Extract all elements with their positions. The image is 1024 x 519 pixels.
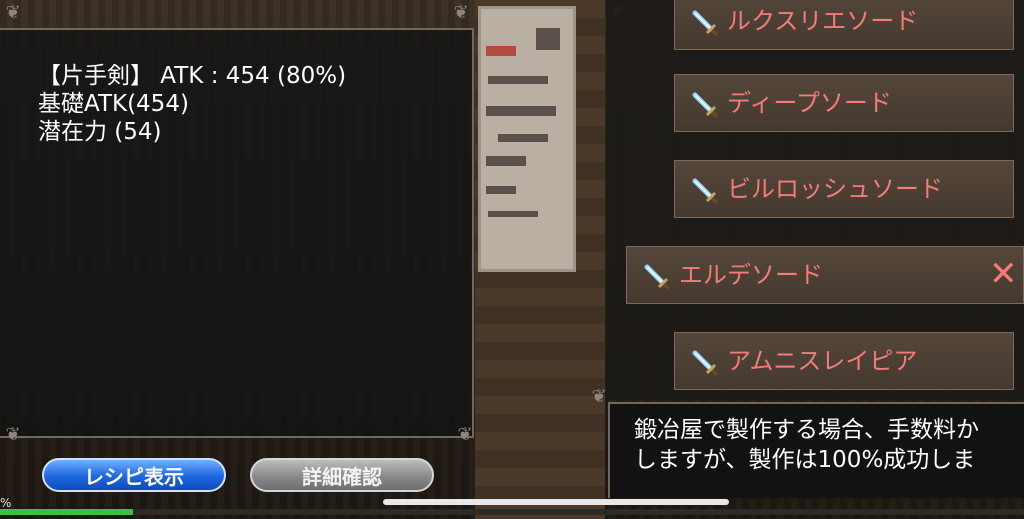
close-icon[interactable]: ✕ xyxy=(989,257,1018,291)
sword-list-item[interactable]: ディープソード xyxy=(674,74,1014,132)
sword-list-item-selected[interactable]: エルデソード ✕ xyxy=(626,246,1024,304)
show-recipe-button[interactable]: レシピ表示 xyxy=(42,458,226,492)
info-base-atk-line: 基礎ATK(454) xyxy=(38,91,189,117)
sword-icon xyxy=(692,350,719,377)
sword-list-item[interactable]: ルクスリエソード xyxy=(674,0,1014,50)
detail-check-button[interactable]: 詳細確認 xyxy=(250,458,434,492)
corner-ornament-icon: ❦ xyxy=(5,2,21,23)
home-indicator[interactable] xyxy=(383,499,729,505)
progress-fill xyxy=(0,509,134,515)
description-line: しますが、製作は100%成功しま xyxy=(634,447,976,473)
sword-list-item[interactable]: ビルロッシュソード xyxy=(674,160,1014,218)
corner-ornament-icon: ❦ xyxy=(5,424,21,445)
sword-list-item[interactable]: アムニスレイピア xyxy=(674,332,1014,390)
notice-paper xyxy=(478,6,576,272)
item-info-text: 【片手剣】 ATK : 454 (80%) 基礎ATK(454) 潜在力 (54… xyxy=(38,62,346,146)
sword-label: アムニスレイピア xyxy=(727,347,918,375)
sword-icon xyxy=(692,92,719,119)
sword-icon xyxy=(692,10,719,37)
corner-ornament-icon: ❦ xyxy=(453,2,469,23)
info-potential-line: 潜在力 (54) xyxy=(38,119,162,145)
progress-bar xyxy=(0,509,1024,515)
sword-label: ビルロッシュソード xyxy=(727,175,943,203)
sword-icon xyxy=(644,264,671,291)
sword-icon xyxy=(692,178,719,205)
description-line: 鍛冶屋で製作する場合、手数料か xyxy=(634,417,979,443)
info-atk-line: 【片手剣】 ATK : 454 (80%) xyxy=(38,63,347,89)
corner-ornament-icon: ❦ xyxy=(457,424,473,445)
sword-label: ディープソード xyxy=(727,89,892,117)
sword-label: ルクスリエソード xyxy=(727,7,919,35)
progress-label: % xyxy=(0,496,12,510)
sword-label: エルデソード xyxy=(679,261,823,289)
description-panel: 鍛冶屋で製作する場合、手数料か しますが、製作は100%成功しま xyxy=(608,402,1024,498)
